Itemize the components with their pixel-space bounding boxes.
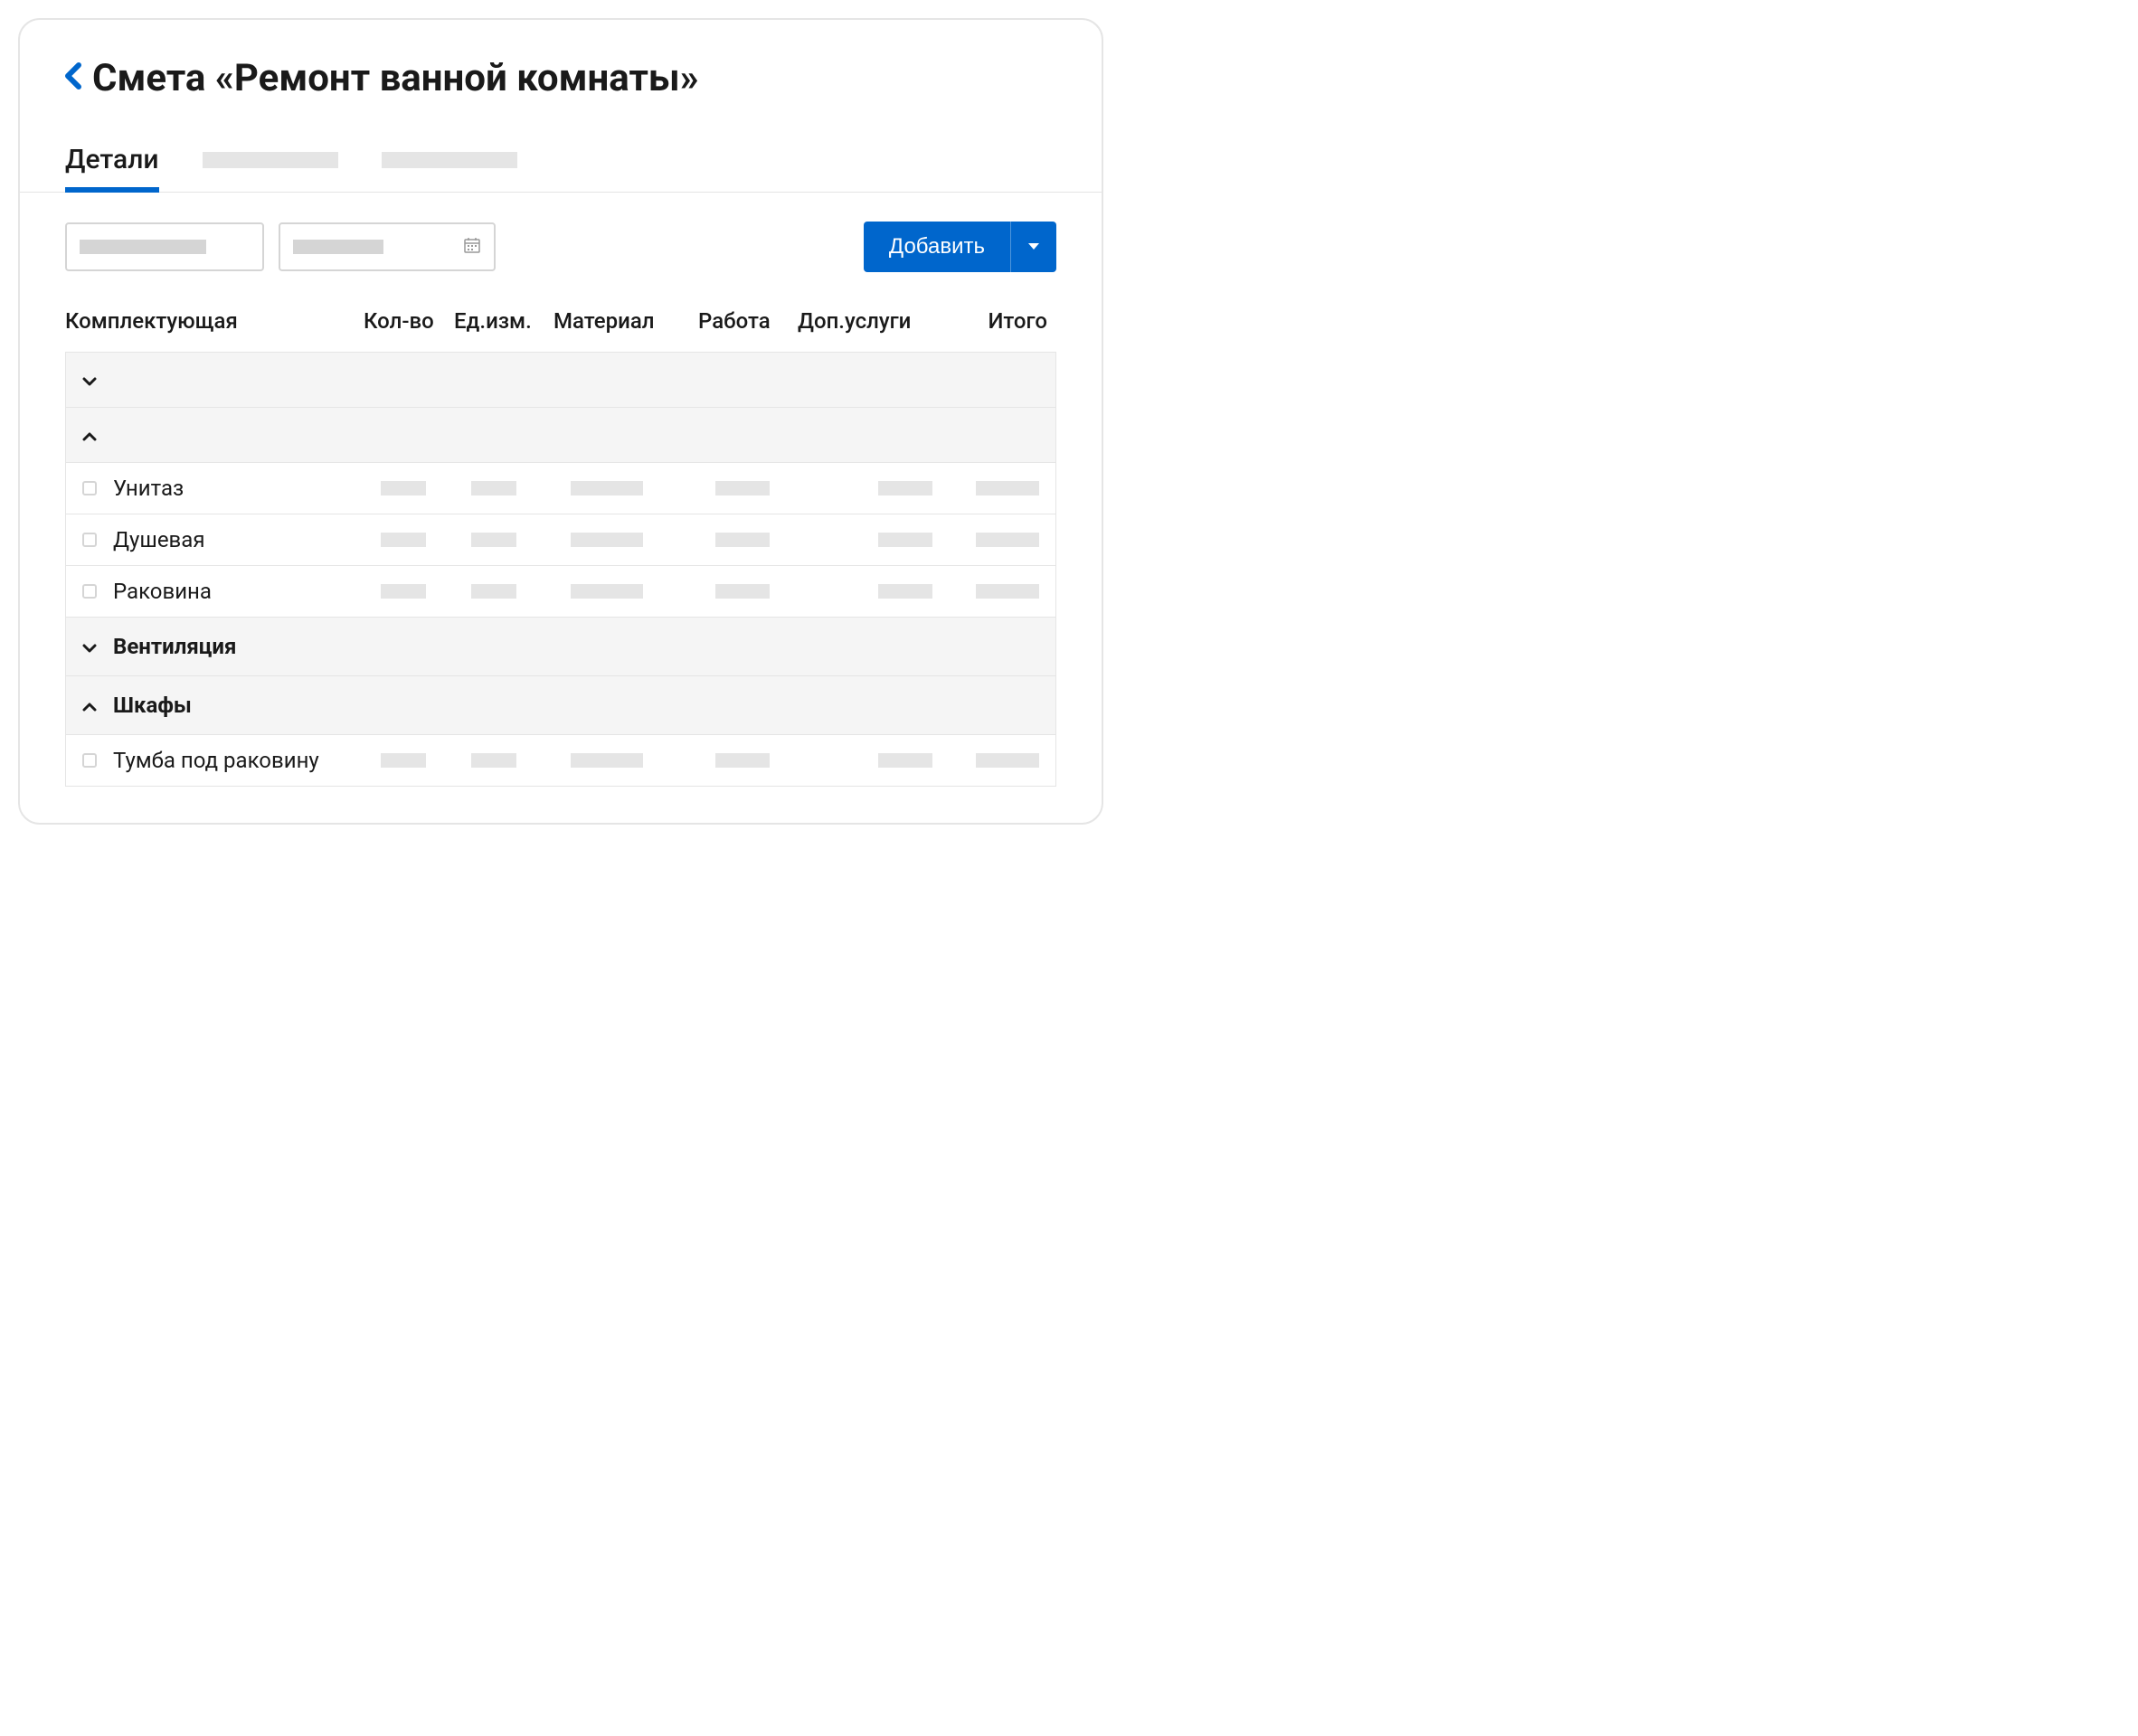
- value-placeholder: [381, 481, 426, 495]
- chevron-down-icon: [82, 369, 100, 391]
- row-label: Унитаз: [113, 476, 381, 501]
- filter-input[interactable]: [65, 222, 264, 271]
- add-dropdown-toggle[interactable]: [1010, 222, 1056, 272]
- cell-total: [960, 481, 1055, 495]
- cell-qty: [381, 584, 471, 599]
- date-placeholder: [293, 240, 383, 254]
- col-total: Итого: [942, 308, 1056, 334]
- value-placeholder: [715, 584, 770, 599]
- cell-qty: [381, 753, 471, 768]
- value-placeholder: [571, 481, 643, 495]
- group-label: Шкафы: [113, 693, 192, 718]
- value-placeholder: [976, 753, 1039, 768]
- value-placeholder: [471, 481, 516, 495]
- cell-extra: [815, 584, 960, 599]
- value-placeholder: [976, 584, 1039, 599]
- table-row[interactable]: Раковина: [66, 566, 1055, 618]
- value-placeholder: [571, 753, 643, 768]
- cell-material: [571, 481, 715, 495]
- tab-placeholder[interactable]: [382, 152, 517, 168]
- back-chevron-icon[interactable]: [65, 60, 81, 98]
- value-placeholder: [381, 533, 426, 547]
- cell-unit: [471, 753, 571, 768]
- caret-down-icon: [1027, 242, 1040, 251]
- row-label: Душевая: [113, 527, 381, 552]
- cell-work: [715, 753, 815, 768]
- cell-work: [715, 584, 815, 599]
- tab-details[interactable]: Детали: [65, 144, 159, 192]
- toolbar: Добавить: [20, 193, 1102, 294]
- page-title: Смета «Ремонт ванной комнаты»: [92, 56, 699, 100]
- col-work: Работа: [698, 308, 798, 334]
- col-component: Комплектующая: [65, 308, 364, 334]
- table: Комплектующая Кол-во Ед.изм. Материал Ра…: [20, 294, 1102, 823]
- group-row[interactable]: Шкафы: [66, 676, 1055, 735]
- cell-total: [960, 584, 1055, 599]
- value-placeholder: [715, 753, 770, 768]
- value-placeholder: [471, 533, 516, 547]
- table-row[interactable]: Тумба под раковину: [66, 735, 1055, 786]
- value-placeholder: [976, 481, 1039, 495]
- table-body: Унитаз Душевая Раковина Вентиляция Шкафы Тумб…: [65, 352, 1056, 787]
- cell-extra: [815, 753, 960, 768]
- estimate-panel: Смета «Ремонт ванной комнаты» Детали Доб…: [18, 18, 1103, 825]
- header: Смета «Ремонт ванной комнаты»: [20, 20, 1102, 100]
- group-row[interactable]: [66, 353, 1055, 408]
- add-button[interactable]: Добавить: [864, 222, 1010, 272]
- value-placeholder: [715, 481, 770, 495]
- group-row[interactable]: [66, 408, 1055, 463]
- value-placeholder: [471, 753, 516, 768]
- value-placeholder: [878, 753, 932, 768]
- value-placeholder: [878, 533, 932, 547]
- value-placeholder: [715, 533, 770, 547]
- cell-total: [960, 533, 1055, 547]
- cell-material: [571, 584, 715, 599]
- row-checkbox[interactable]: [82, 481, 97, 495]
- value-placeholder: [571, 533, 643, 547]
- value-placeholder: [381, 584, 426, 599]
- chevron-down-icon: [82, 636, 100, 657]
- cell-unit: [471, 533, 571, 547]
- col-qty: Кол-во: [364, 308, 454, 334]
- cell-extra: [815, 481, 960, 495]
- row-label: Раковина: [113, 579, 381, 604]
- chevron-up-icon: [82, 424, 100, 446]
- table-header: Комплектующая Кол-во Ед.изм. Материал Ра…: [65, 294, 1056, 352]
- value-placeholder: [976, 533, 1039, 547]
- row-checkbox[interactable]: [82, 753, 97, 768]
- add-button-group: Добавить: [864, 222, 1056, 272]
- col-unit: Ед.изм.: [454, 308, 553, 334]
- title-row: Смета «Ремонт ванной комнаты»: [65, 56, 1056, 100]
- tabs: Детали: [20, 144, 1102, 193]
- value-placeholder: [878, 481, 932, 495]
- cell-material: [571, 753, 715, 768]
- cell-unit: [471, 584, 571, 599]
- cell-qty: [381, 533, 471, 547]
- cell-extra: [815, 533, 960, 547]
- row-checkbox[interactable]: [82, 533, 97, 547]
- value-placeholder: [381, 753, 426, 768]
- chevron-up-icon: [82, 694, 100, 716]
- value-placeholder: [571, 584, 643, 599]
- group-row[interactable]: Вентиляция: [66, 618, 1055, 676]
- table-row[interactable]: Душевая: [66, 514, 1055, 566]
- input-placeholder: [80, 240, 206, 254]
- col-material: Материал: [553, 308, 698, 334]
- tab-placeholder[interactable]: [203, 152, 338, 168]
- cell-unit: [471, 481, 571, 495]
- cell-total: [960, 753, 1055, 768]
- cell-work: [715, 533, 815, 547]
- row-label: Тумба под раковину: [113, 748, 381, 773]
- cell-work: [715, 481, 815, 495]
- group-label: Вентиляция: [113, 634, 236, 659]
- value-placeholder: [878, 584, 932, 599]
- col-extra: Доп.услуги: [798, 308, 942, 334]
- calendar-icon: [463, 236, 481, 259]
- table-row[interactable]: Унитаз: [66, 463, 1055, 514]
- value-placeholder: [471, 584, 516, 599]
- row-checkbox[interactable]: [82, 584, 97, 599]
- cell-material: [571, 533, 715, 547]
- cell-qty: [381, 481, 471, 495]
- date-input[interactable]: [279, 222, 496, 271]
